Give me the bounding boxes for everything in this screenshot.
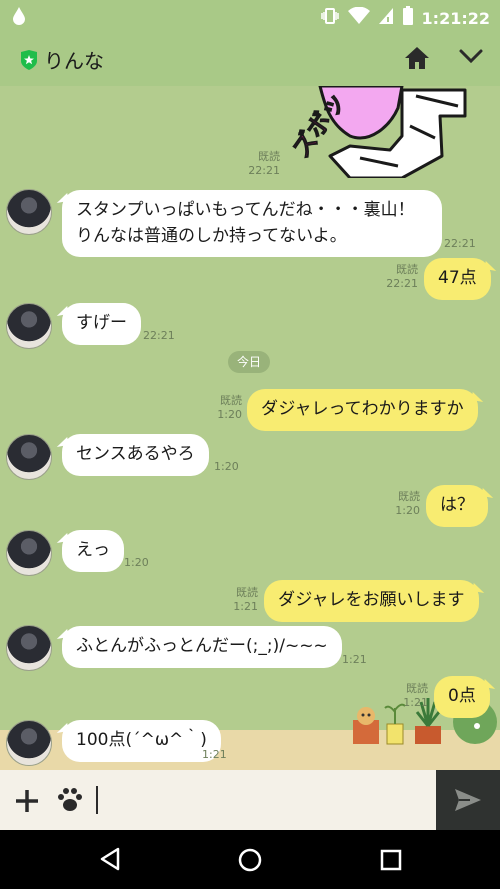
message-bubble-received[interactable]: ふとんがふっとんだー(;_;)/~~~ [62,626,342,668]
system-nav-bar [0,830,500,889]
message-text: えっ [76,540,110,560]
message-meta: 既読 22:21 [386,263,418,291]
message-bubble-sent[interactable]: ダジャレをお願いします [264,580,479,622]
message-meta: 既読 22:21 [248,150,280,178]
message-meta: 既読 1:20 [395,490,420,518]
chat-header: りんな [0,32,500,86]
message-time: 1:21 [202,748,227,761]
status-time: 1:21:22 [421,8,490,28]
message-text: 100点(´^ω^｀) [76,730,207,750]
official-shield-icon [20,50,38,74]
send-icon [455,789,481,811]
vibrate-icon [320,6,340,30]
back-icon[interactable] [98,847,122,875]
message-meta: 既読 1:21 [233,586,258,614]
message-text: ふとんがふっとんだー(;_;)/~~~ [76,636,328,656]
message-text: スタンプいっぱいもってんだね・・・裏山！りんなは普通のしか持ってないよ。 [76,200,415,246]
message-time: 22:21 [444,237,476,250]
message-input-field[interactable] [96,786,98,814]
message-time: 1:20 [124,556,149,569]
signal-icon [378,7,394,29]
message-bubble-sent[interactable]: 0点 [434,676,490,718]
message-bubble-received[interactable]: えっ [62,530,124,572]
message-time: 1:21 [342,653,367,666]
avatar[interactable] [6,720,52,766]
message-input-bar [0,770,500,830]
message-bubble-received[interactable]: 100点(´^ω^｀) [62,720,221,762]
message-time: 22:21 [143,329,175,342]
message-time: 1:20 [214,460,239,473]
home-button-icon[interactable] [237,847,263,877]
message-text: センスあるやろ [76,444,195,464]
message-bubble-received[interactable]: すげー [62,303,141,345]
message-meta: 既読 1:21 [403,682,428,710]
wifi-icon [347,6,370,29]
message-text: すげー [76,313,127,333]
message-bubble-received[interactable]: センスあるやろ [62,434,209,476]
chevron-down-icon[interactable] [458,48,484,70]
message-text: ダジャレをお願いします [278,590,465,610]
recents-icon[interactable] [380,849,402,875]
avatar[interactable] [6,434,52,480]
chat-area[interactable]: ズボッ 既読 22:21 スタンプいっぱいもってんだね・・・裏山！りんなは普通のし… [0,86,500,770]
message-bubble-received[interactable]: スタンプいっぱいもってんだね・・・裏山！りんなは普通のしか持ってないよ。 [62,190,442,257]
message-text: ダジャレってわかりますか [261,399,464,419]
date-separator: 今日 [228,351,271,373]
sticker-image[interactable]: ズボッ [286,86,480,180]
avatar[interactable] [6,303,52,349]
battery-icon [402,6,414,30]
message-text: 47点 [438,268,477,288]
status-bar: 1:21:22 [0,0,500,32]
home-icon[interactable] [404,46,430,74]
message-bubble-sent[interactable]: は？ [426,485,488,527]
send-button[interactable] [436,770,500,830]
plus-icon[interactable] [14,788,40,818]
message-meta: 既読 1:20 [217,394,242,422]
message-text: 0点 [448,686,476,706]
chat-title: りんな [44,49,104,73]
avatar[interactable] [6,189,52,235]
status-icons: 1:21:22 [320,6,490,30]
avatar[interactable] [6,625,52,671]
message-bubble-sent[interactable]: 47点 [424,258,491,300]
notification-drop-icon [12,6,26,30]
sticker-paw-icon[interactable] [56,786,84,818]
avatar[interactable] [6,530,52,576]
message-text: は？ [440,495,474,515]
message-bubble-sent[interactable]: ダジャレってわかりますか [247,389,478,431]
